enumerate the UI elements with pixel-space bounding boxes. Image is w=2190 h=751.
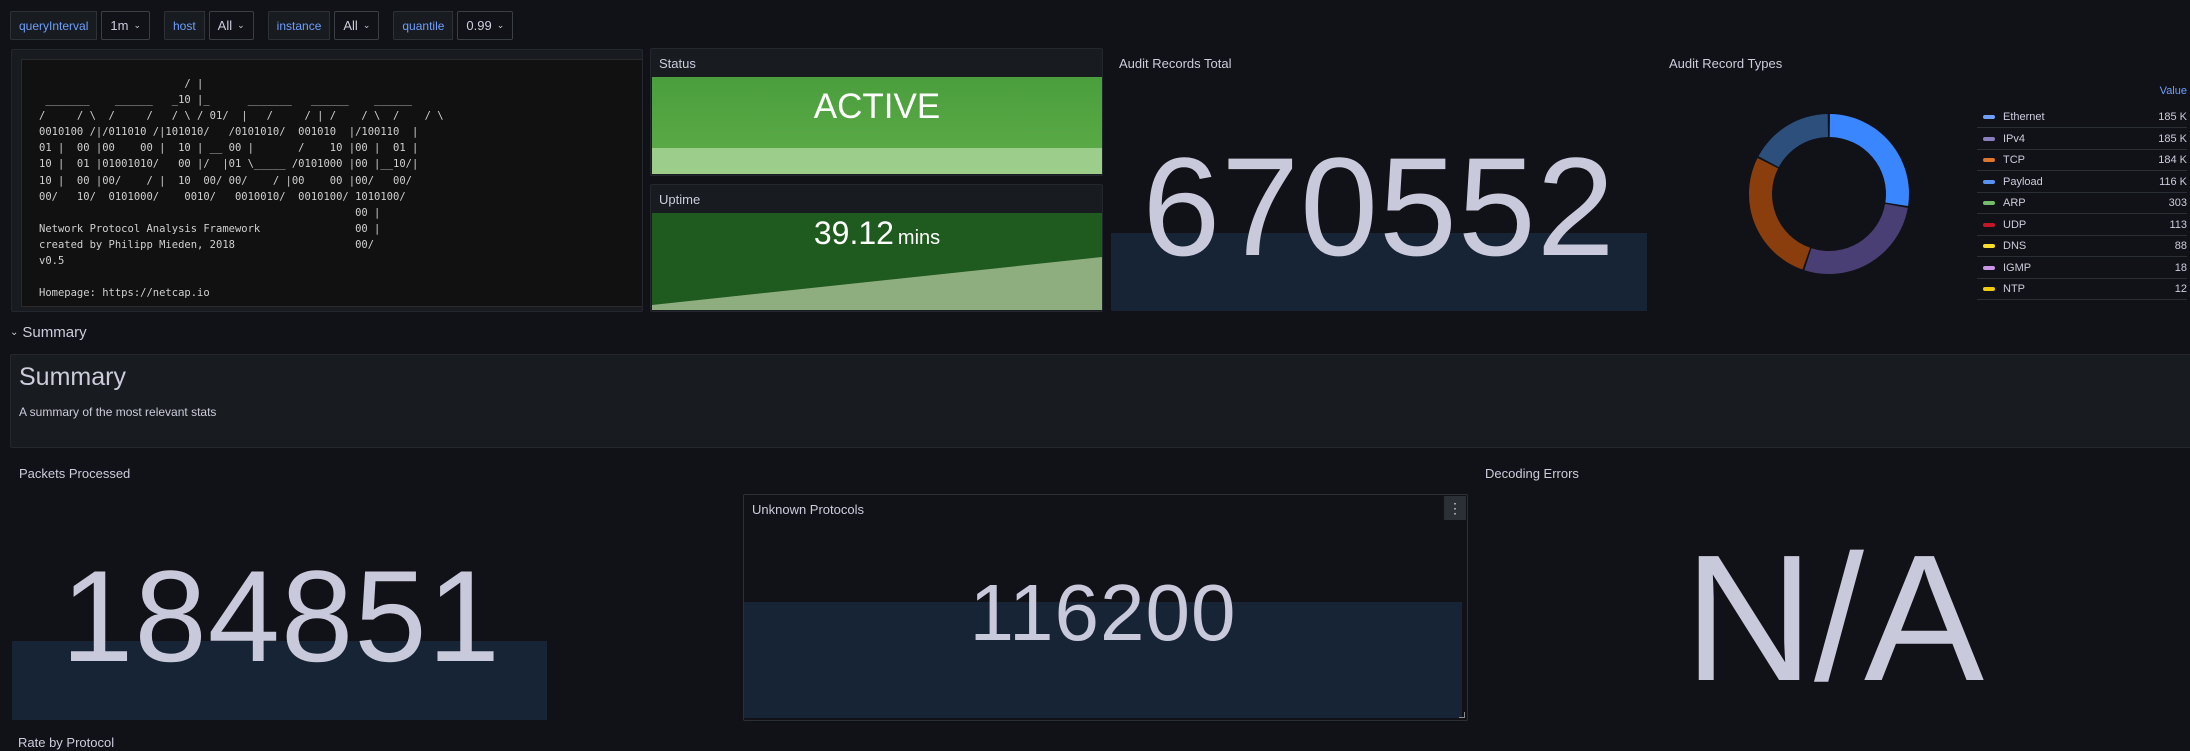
chevron-down-icon: ⌄: [10, 327, 19, 338]
panel-title: Decoding Errors: [1485, 466, 1579, 481]
unknown-protocols-value: 116200: [969, 568, 1237, 657]
query-interval-select[interactable]: 1m ⌄: [101, 11, 150, 40]
legend-value: 113: [2169, 218, 2187, 231]
legend-value: 185 K: [2158, 111, 2187, 123]
legend-value: 185 K: [2158, 132, 2187, 145]
resize-handle[interactable]: [1459, 712, 1465, 718]
legend-swatch: [1983, 115, 1995, 119]
quantile-select[interactable]: 0.99 ⌄: [457, 11, 514, 40]
legend-label: DNS: [2003, 240, 2027, 252]
host-select[interactable]: All ⌄: [208, 11, 254, 40]
ascii-banner-text: / | _______ ______ _10 |_ _______ ______…: [39, 78, 444, 300]
donut-chart: [1749, 114, 1909, 274]
legend-label: ARP: [2003, 197, 2026, 209]
summary-heading: Summary: [19, 363, 126, 391]
audit-records-total-panel: Audit Records Total 670552: [1110, 48, 1656, 312]
variable-quantile: quantile 0.99 ⌄: [393, 11, 514, 40]
audit-record-types-panel: Audit Record Types Value Ethernet 185 K IP…: [1660, 48, 2190, 312]
legend-swatch: [1983, 287, 1995, 291]
instance-select[interactable]: All ⌄: [334, 11, 380, 40]
legend-label: Payload: [2003, 175, 2043, 188]
panel-title: Packets Processed: [19, 466, 131, 481]
chevron-down-icon: ⌄: [237, 20, 245, 30]
uptime-unit: mins: [897, 227, 941, 249]
decoding-errors-panel: Decoding Errors N/A: [1476, 458, 2190, 721]
legend-swatch: [1983, 136, 1995, 141]
decoding-errors-value: N/A: [1683, 518, 1985, 719]
legend-swatch: [1983, 179, 1995, 184]
uptime-value: 39.12: [813, 215, 894, 251]
legend-value-header[interactable]: Value: [2160, 85, 2187, 97]
variable-query-interval: queryInterval 1m ⌄: [10, 11, 150, 40]
legend-item[interactable]: ARP 303: [1977, 193, 2187, 214]
legend-swatch: [1983, 201, 1995, 205]
variable-label: instance: [267, 11, 331, 40]
row-title: Summary: [22, 324, 87, 341]
legend-value: 12: [2174, 283, 2187, 295]
variables-bar: queryInterval 1m ⌄ host All ⌄ instance All…: [10, 11, 527, 40]
variable-label: host: [163, 11, 205, 40]
select-value: 0.99: [466, 18, 492, 33]
packets-processed-value: 184851: [61, 543, 501, 689]
legend-label: NTP: [2003, 283, 2025, 295]
variable-label: queryInterval: [10, 11, 98, 40]
chevron-down-icon: ⌄: [133, 20, 141, 30]
legend-label: TCP: [2003, 154, 2025, 166]
status-sparkline: [652, 148, 1102, 174]
legend-item[interactable]: Payload 116 K: [1977, 172, 2187, 193]
donut-slice[interactable]: [1829, 114, 1909, 207]
legend-swatch: [1983, 265, 1995, 270]
chevron-down-icon: ⌄: [496, 20, 505, 30]
legend-item[interactable]: DNS 88: [1977, 236, 2187, 257]
uptime-panel: Uptime 39.12 mins: [650, 184, 1103, 312]
legend-item[interactable]: TCP 184 K: [1977, 150, 2187, 171]
legend-value: 88: [2174, 240, 2187, 252]
variable-host: host All ⌄: [163, 11, 254, 40]
donut-slice[interactable]: [1804, 203, 1908, 274]
status-value: ACTIVE: [813, 87, 941, 126]
legend-value: 184 K: [2158, 154, 2187, 166]
variable-label: quantile: [393, 11, 454, 40]
legend-label: UDP: [2003, 218, 2027, 231]
panel-menu-button[interactable]: ⋮: [1444, 496, 1466, 520]
legend-value: 303: [2168, 197, 2187, 209]
panel-title: Unknown Protocols: [752, 502, 864, 517]
summary-description: A summary of the most relevant stats: [19, 405, 217, 419]
select-value: 1m: [110, 18, 129, 33]
variable-instance: instance All ⌄: [267, 11, 380, 40]
legend-value: 18: [2174, 261, 2187, 274]
chevron-down-icon: ⌄: [362, 20, 371, 30]
ascii-frame: / | _______ ______ _10 |_ _______ ______…: [21, 59, 642, 307]
row-toggle-summary[interactable]: ⌄ Summary: [10, 324, 87, 341]
rate-by-protocol-title: Rate by Protocol: [18, 735, 115, 750]
panel-title: Audit Record Types: [1669, 56, 1783, 71]
legend-swatch: [1983, 244, 1995, 248]
legend-item[interactable]: UDP 113: [1977, 215, 2187, 236]
legend-item[interactable]: IPv4 185 K: [1977, 129, 2187, 150]
panel-title: Uptime: [659, 192, 701, 207]
unknown-protocols-panel: Unknown Protocols ⋮ 116200: [743, 494, 1468, 721]
legend-label: IPv4: [2003, 132, 2026, 145]
legend-swatch: [1983, 158, 1995, 162]
legend-item[interactable]: NTP 12: [1977, 279, 2187, 300]
legend-item[interactable]: IGMP 18: [1977, 258, 2187, 279]
status-panel: Status ACTIVE: [650, 48, 1103, 176]
panel-title: Status: [659, 56, 696, 71]
legend-label: Ethernet: [2003, 111, 2045, 123]
audit-total-value: 670552: [1142, 128, 1616, 285]
legend-item[interactable]: Ethernet 185 K: [1977, 107, 2187, 128]
summary-text-panel: Summary A summary of the most relevant s…: [10, 354, 2190, 448]
donut-slice[interactable]: [1749, 157, 1811, 270]
uptime-value-group: 39.12 mins: [651, 215, 1102, 252]
packets-processed-panel: Packets Processed 184851: [10, 458, 743, 721]
select-value: All: [217, 18, 233, 33]
donut-slice[interactable]: [1758, 114, 1829, 168]
legend-swatch: [1983, 222, 1995, 227]
netcap-banner-panel: / | _______ ______ _10 |_ _______ ______…: [11, 49, 643, 312]
legend-value: 116 K: [2159, 175, 2187, 188]
select-value: All: [343, 18, 358, 33]
legend-label: IGMP: [2003, 261, 2032, 274]
panel-title: Audit Records Total: [1119, 56, 1232, 71]
